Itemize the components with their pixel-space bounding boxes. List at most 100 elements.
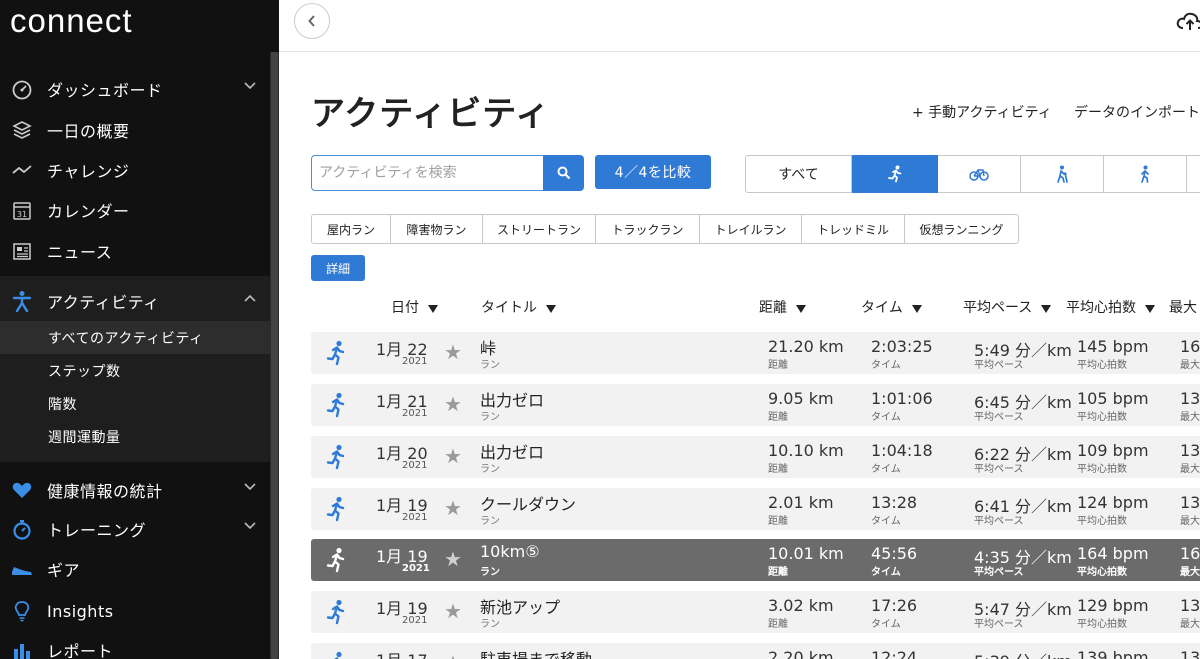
column-header-label: 平均心拍数	[1066, 300, 1136, 316]
favorite-star-icon[interactable]: ★	[444, 547, 462, 571]
filter-treadmill[interactable]: トレッドミル	[802, 214, 905, 244]
activity-pace: 5:39 分／km	[974, 648, 1072, 659]
favorite-star-icon[interactable]: ★	[444, 651, 462, 659]
column-header-date[interactable]: 日付	[391, 297, 438, 317]
sidebar-item-reports[interactable]: レポート	[0, 631, 270, 659]
distance-label: 距離	[768, 360, 788, 371]
max-label: 最大	[1180, 412, 1200, 423]
running-icon	[326, 392, 345, 418]
activity-max: 13	[1180, 493, 1200, 512]
sidebar-item-label: カレンダー	[47, 202, 130, 221]
running-icon	[887, 165, 901, 183]
activity-max: 16	[1180, 337, 1200, 356]
activity-row[interactable]: 1月 22 2021 ★ 峠 ラン 21.20 km 距離 2:03:25 タイ…	[311, 332, 1200, 374]
sidebar-subitem-floors[interactable]: 階数	[0, 387, 270, 420]
sidebar-subitem-steps[interactable]: ステップ数	[0, 354, 270, 387]
activity-distance: 3.02 km	[768, 596, 834, 615]
tab-cycling[interactable]	[938, 155, 1021, 193]
tab-all[interactable]: すべて	[745, 155, 852, 193]
column-header-title[interactable]: タイトル	[481, 297, 556, 317]
column-header-max[interactable]: 最大	[1169, 297, 1197, 317]
activity-row-selected[interactable]: 1月 19 2021 ★ 10km⑤ ラン 10.01 km 距離 45:56 …	[311, 539, 1200, 581]
activity-year: 2021	[402, 563, 430, 574]
sidebar-item-news[interactable]: ニュース	[0, 232, 270, 270]
sidebar-item-label: トレーニング	[47, 521, 147, 540]
running-icon	[326, 340, 345, 366]
heart-rate-label: 平均心拍数	[1077, 464, 1127, 475]
sidebar-subitem-all-activities[interactable]: すべてのアクティビティ	[0, 321, 270, 354]
tab-hiking[interactable]	[1021, 155, 1104, 193]
activity-heart-rate: 105 bpm	[1077, 389, 1149, 408]
search-input[interactable]	[311, 155, 544, 191]
sort-down-icon	[1145, 305, 1155, 313]
search-button[interactable]	[543, 155, 584, 191]
bar-chart-icon	[10, 638, 34, 659]
back-button[interactable]	[294, 3, 330, 39]
details-button[interactable]: 詳細	[311, 255, 365, 281]
sidebar-item-calendar[interactable]: 31 カレンダー	[0, 191, 270, 229]
filter-trail-run[interactable]: トレイルラン	[700, 214, 802, 244]
favorite-star-icon[interactable]: ★	[444, 392, 462, 416]
main-content: アクティビティ + 手動アクティビティ データのインポート 4／4を比較 すべて	[279, 0, 1200, 659]
bicycle-icon	[969, 169, 989, 181]
time-label: タイム	[871, 516, 901, 527]
import-data-link[interactable]: データのインポート	[1074, 102, 1200, 122]
sidebar-scrollbar[interactable]	[270, 52, 279, 659]
activity-title[interactable]: 10km⑤	[480, 542, 540, 561]
running-icon	[333, 651, 342, 659]
column-header-pace[interactable]: 平均ペース	[963, 297, 1052, 317]
column-header-time[interactable]: タイム	[861, 297, 922, 317]
favorite-star-icon[interactable]: ★	[444, 444, 462, 468]
activity-heart-rate: 164 bpm	[1077, 544, 1149, 563]
sidebar-item-gear[interactable]: ギア	[0, 550, 270, 588]
column-header-label: タイム	[861, 300, 903, 316]
sidebar-item-dashboard[interactable]: ダッシュボード	[0, 70, 270, 108]
sidebar-item-health-stats[interactable]: 健康情報の統計	[0, 471, 270, 509]
filter-street-run[interactable]: ストリートラン	[483, 214, 596, 244]
sidebar-item-training[interactable]: トレーニング	[0, 510, 270, 548]
distance-label: 距離	[768, 464, 788, 475]
connect-logo[interactable]: connect	[10, 2, 133, 40]
activity-row[interactable]: 1月 17 2021 ★ 駐車場まで移動 ラン 2.20 km 距離 12:24…	[311, 643, 1200, 659]
activity-heart-rate: 129 bpm	[1077, 596, 1149, 615]
filter-virtual-run[interactable]: 仮想ランニング	[905, 214, 1019, 244]
sidebar: connect ダッシュボード 一日の概要 チャレンジ 31 カレンダー ニュー…	[0, 0, 279, 659]
sidebar-item-insights[interactable]: Insights	[0, 592, 270, 630]
sort-down-icon	[796, 305, 806, 313]
activity-row[interactable]: 1月 19 2021 ★ 新池アップ ラン 3.02 km 距離 17:26 タ…	[311, 591, 1200, 633]
activity-time: 12:24	[871, 648, 918, 659]
calendar-icon: 31	[10, 198, 34, 222]
sidebar-item-daily-summary[interactable]: 一日の概要	[0, 111, 270, 149]
tab-running[interactable]	[852, 155, 938, 193]
favorite-star-icon[interactable]: ★	[444, 496, 462, 520]
activity-max: 13	[1180, 648, 1200, 659]
activity-row[interactable]: 1月 19 2021 ★ クールダウン ラン 2.01 km 距離 13:28 …	[311, 488, 1200, 530]
sidebar-item-challenges[interactable]: チャレンジ	[0, 151, 270, 189]
column-header-distance[interactable]: 距離	[759, 297, 806, 317]
favorite-star-icon[interactable]: ★	[444, 340, 462, 364]
sidebar-item-activities[interactable]: アクティビティ	[0, 282, 270, 320]
running-icon	[326, 547, 345, 573]
cloud-upload-icon[interactable]	[1176, 9, 1200, 33]
activity-row[interactable]: 1月 21 2021 ★ 出力ゼロ ラン 9.05 km 距離 1:01:06 …	[311, 384, 1200, 426]
tab-walking[interactable]	[1104, 155, 1187, 193]
sidebar-item-label: ニュース	[47, 243, 113, 262]
filter-indoor-run[interactable]: 屋内ラン	[311, 214, 391, 244]
manual-activity-link[interactable]: + 手動アクティビティ	[912, 102, 1052, 122]
sidebar-subitem-weekly-intensity[interactable]: 週間運動量	[0, 420, 270, 453]
sidebar-scrollbar-thumb[interactable]	[271, 52, 278, 659]
tab-more[interactable]	[1187, 155, 1200, 193]
column-header-heart-rate[interactable]: 平均心拍数	[1066, 297, 1155, 317]
activity-row[interactable]: 1月 20 2021 ★ 出力ゼロ ラン 10.10 km 距離 1:04:18…	[311, 436, 1200, 478]
filter-track-run[interactable]: トラックラン	[596, 214, 700, 244]
filter-obstacle-run[interactable]: 障害物ラン	[391, 214, 483, 244]
favorite-star-icon[interactable]: ★	[444, 599, 462, 623]
activity-max: 13	[1180, 596, 1200, 615]
activity-title[interactable]: 駐車場まで移動	[480, 646, 592, 659]
heart-rate-label: 平均心拍数	[1077, 412, 1127, 423]
compare-button[interactable]: 4／4を比較	[595, 155, 711, 189]
pace-label: 平均ペース	[974, 412, 1024, 423]
activity-type: ラン	[480, 360, 500, 371]
column-header-label: 距離	[759, 300, 787, 316]
activity-year: 2021	[402, 460, 428, 471]
